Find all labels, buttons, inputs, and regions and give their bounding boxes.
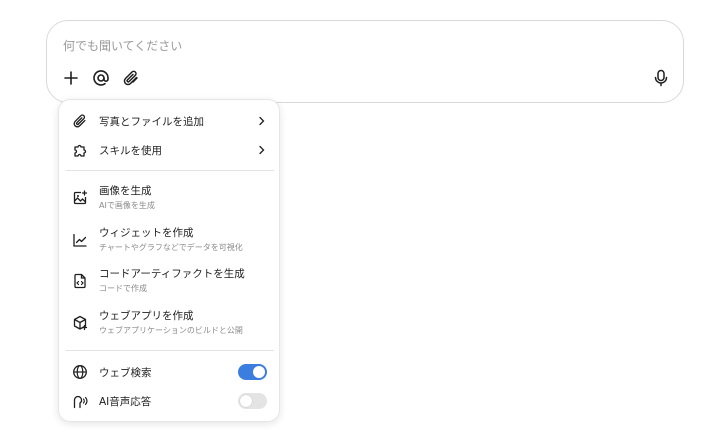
- prompt-input[interactable]: 何でも聞いてください: [63, 37, 182, 54]
- menu-item-description: コードで作成: [99, 284, 147, 293]
- menu-item-label: 画像を生成: [99, 185, 152, 197]
- menu-item-label: 写真とファイルを追加: [99, 116, 204, 128]
- paperclip-icon: [123, 70, 138, 86]
- menu-divider: [66, 170, 274, 171]
- at-icon: [93, 70, 109, 86]
- microphone-button[interactable]: [650, 67, 672, 89]
- paperclip-icon: [71, 112, 89, 130]
- menu-item-label: AI音声応答: [99, 396, 152, 408]
- menu-item-label: ウィジェットを作成: [99, 227, 194, 239]
- menu-item-ai-voice[interactable]: AI音声応答: [65, 390, 275, 412]
- plus-icon: [64, 71, 78, 85]
- menu-item-create-widget[interactable]: ウィジェットを作成 チャートやグラフなどでデータを可視化: [65, 222, 275, 256]
- menu-item-skills[interactable]: スキルを使用: [65, 139, 275, 161]
- toggle-knob: [240, 395, 252, 407]
- chevron-right-icon: [259, 116, 265, 126]
- chevron-right-icon: [259, 145, 265, 155]
- code-file-icon: [71, 272, 89, 290]
- menu-item-code-artifact[interactable]: コードアーティファクトを生成 コードで作成: [65, 263, 275, 297]
- menu-item-generate-image[interactable]: 画像を生成 AIで画像を生成: [65, 180, 275, 214]
- puzzle-icon: [71, 141, 89, 159]
- ai-voice-toggle[interactable]: [238, 393, 267, 409]
- plus-menu: 写真とファイルを追加 スキルを使用 画像を生成 AIで画像を生成 ウィジェットを…: [58, 99, 280, 422]
- menu-item-label: スキルを使用: [99, 145, 162, 157]
- menu-item-description: AIで画像を生成: [99, 201, 155, 210]
- mention-button[interactable]: [90, 67, 112, 89]
- menu-item-web-search[interactable]: ウェブ検索: [65, 361, 275, 383]
- menu-item-description: ウェブアプリケーションのビルドと公開: [99, 326, 243, 335]
- menu-item-description: チャートやグラフなどでデータを可視化: [99, 243, 243, 252]
- plus-button[interactable]: [60, 67, 82, 89]
- toggle-knob: [253, 366, 265, 378]
- menu-item-label: ウェブ検索: [99, 367, 152, 379]
- web-search-toggle[interactable]: [238, 364, 267, 380]
- package-plus-icon: [71, 314, 89, 332]
- line-chart-icon: [71, 231, 89, 249]
- menu-divider: [66, 350, 274, 351]
- menu-item-web-app[interactable]: ウェブアプリを作成 ウェブアプリケーションのビルドと公開: [65, 305, 275, 339]
- microphone-icon: [654, 69, 668, 87]
- voice-icon: [71, 392, 89, 410]
- menu-item-label: ウェブアプリを作成: [99, 310, 194, 322]
- globe-icon: [71, 363, 89, 381]
- attach-button[interactable]: [120, 67, 142, 89]
- menu-item-label: コードアーティファクトを生成: [99, 268, 245, 280]
- menu-item-add-files[interactable]: 写真とファイルを追加: [65, 110, 275, 132]
- chat-composer[interactable]: 何でも聞いてください: [46, 20, 684, 103]
- image-plus-icon: [71, 189, 89, 207]
